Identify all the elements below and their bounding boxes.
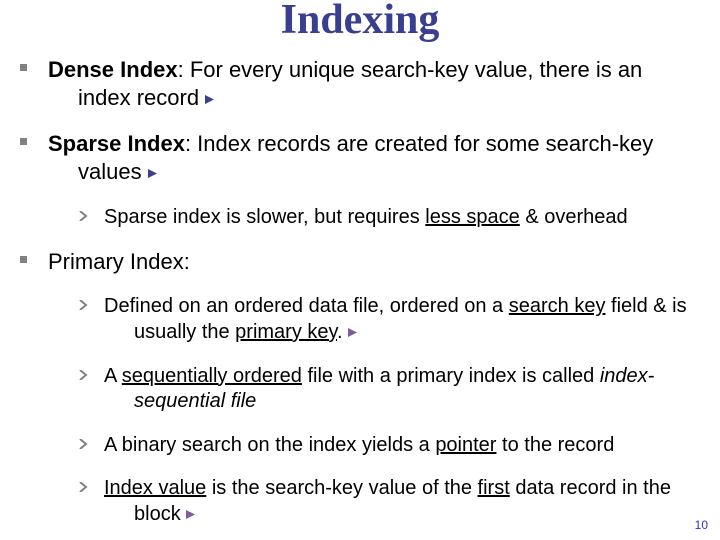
sub-bullet-item: A binary search on the index yields a po… bbox=[78, 433, 700, 459]
slide-body: Dense Index: For every unique search-key… bbox=[20, 56, 700, 540]
sub-bullet-text: Sparse index is slower, but requires les… bbox=[104, 205, 700, 231]
chevron-icon bbox=[78, 364, 104, 415]
bullet-square-icon bbox=[20, 248, 48, 276]
sublist-sparse: Sparse index is slower, but requires les… bbox=[78, 205, 700, 231]
slide: Indexing Dense Index: For every unique s… bbox=[0, 0, 720, 540]
sub-bullet-item: Sparse index is slower, but requires les… bbox=[78, 205, 700, 231]
chevron-icon bbox=[78, 433, 104, 459]
slide-number: 10 bbox=[695, 518, 708, 532]
bullet-square-icon bbox=[20, 56, 48, 112]
bullet-text: Primary Index: bbox=[48, 248, 700, 276]
sub-bullet-text: Defined on an ordered data file, ordered… bbox=[104, 294, 700, 345]
play-icon bbox=[148, 169, 157, 178]
play-icon bbox=[205, 95, 214, 104]
sub-bullet-text: A binary search on the index yields a po… bbox=[104, 433, 700, 459]
sub-bullet-text: Index value is the search-key value of t… bbox=[104, 476, 700, 527]
sub-bullet-item: Defined on an ordered data file, ordered… bbox=[78, 294, 700, 345]
bullet-text: Dense Index: For every unique search-key… bbox=[48, 56, 700, 112]
bullet-item-primary-index: Primary Index: bbox=[20, 248, 700, 276]
sub-bullet-item: Index value is the search-key value of t… bbox=[78, 476, 700, 527]
sub-bullet-text: A sequentially ordered file with a prima… bbox=[104, 364, 700, 415]
bullet-text: Sparse Index: Index records are created … bbox=[48, 130, 700, 186]
sublist-primary: Defined on an ordered data file, ordered… bbox=[78, 294, 700, 527]
bullet-item-dense-index: Dense Index: For every unique search-key… bbox=[20, 56, 700, 112]
sub-bullet-item: A sequentially ordered file with a prima… bbox=[78, 364, 700, 415]
slide-title: Indexing bbox=[0, 0, 720, 44]
bullet-square-icon bbox=[20, 130, 48, 186]
chevron-icon bbox=[78, 294, 104, 345]
chevron-icon bbox=[78, 476, 104, 527]
bullet-item-sparse-index: Sparse Index: Index records are created … bbox=[20, 130, 700, 186]
chevron-icon bbox=[78, 205, 104, 231]
